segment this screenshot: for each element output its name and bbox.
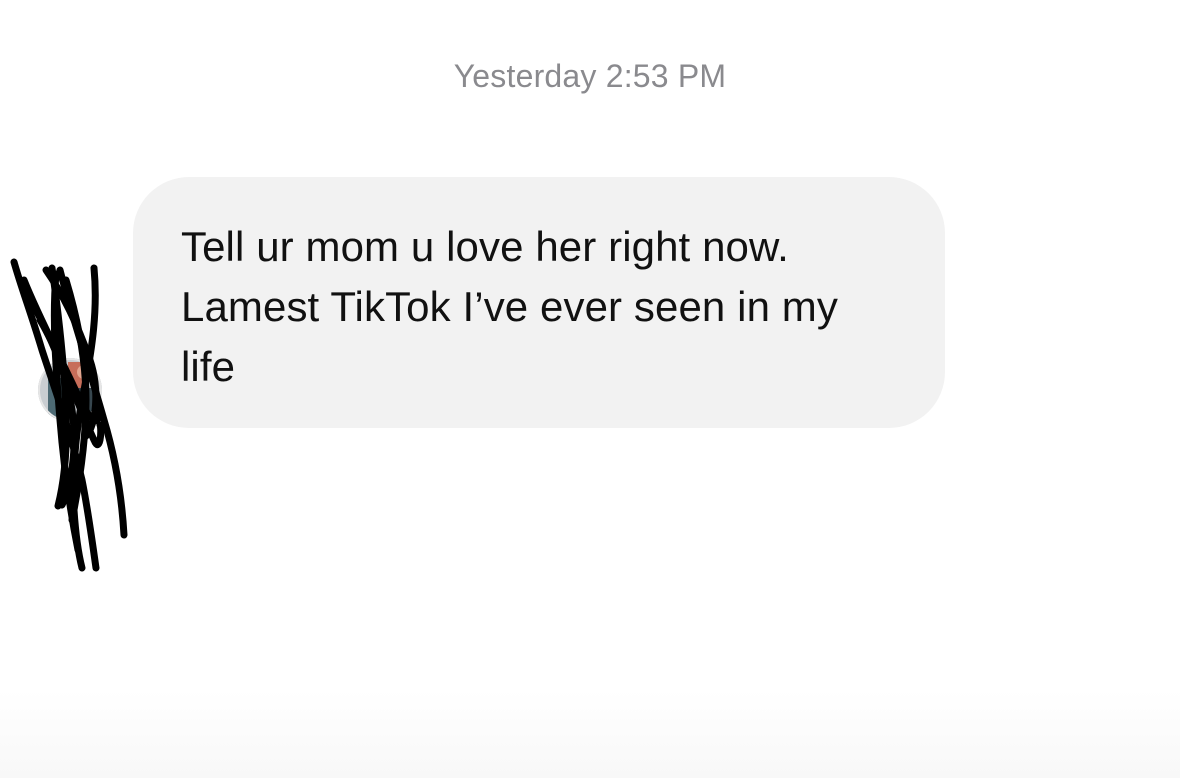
message-timestamp: Yesterday 2:53 PM: [453, 58, 727, 94]
avatar-ring: [38, 358, 102, 422]
sender-avatar-icon[interactable]: [38, 358, 102, 422]
message-bubble[interactable]: Tell ur mom u love her right now. Lamest…: [133, 177, 945, 428]
message-thread: Yesterday 2:53 PM Tell ur mom u love her…: [0, 0, 1180, 778]
message-text: Tell ur mom u love her right now. Lamest…: [181, 223, 838, 390]
bottom-fade: [0, 690, 1180, 778]
